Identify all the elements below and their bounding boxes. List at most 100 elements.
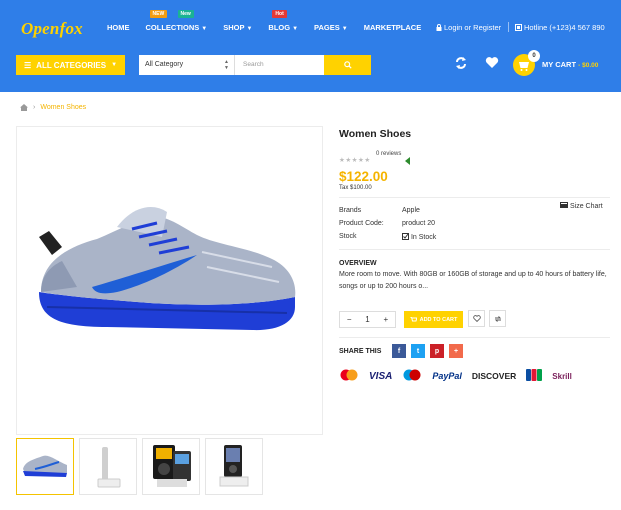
nav-marketplace-label: MARKETPLACE: [363, 23, 422, 32]
home-icon[interactable]: [20, 104, 28, 111]
add-to-wishlist-button[interactable]: [468, 310, 485, 327]
header-divider: [508, 22, 509, 32]
overview-heading: OVERVIEW: [339, 260, 377, 267]
nav-collections-label: COLLECTIONS: [145, 23, 200, 32]
add-to-cart-label: ADD TO CART: [419, 316, 458, 323]
add-to-cart-button[interactable]: ADD TO CART: [404, 311, 463, 328]
cart-total: - $0.00: [578, 62, 599, 69]
search-input[interactable]: Search: [235, 55, 324, 75]
thumbnail-dock[interactable]: [79, 438, 137, 495]
login-link[interactable]: Login or Register: [436, 23, 501, 32]
product-title: Women Shoes: [339, 128, 412, 140]
product-code-value: product 20: [402, 220, 436, 227]
size-chart-link[interactable]: Size Chart: [560, 202, 603, 210]
thumbnail-image: [153, 445, 191, 487]
divider: [339, 337, 610, 338]
site-logo[interactable]: Openfox: [21, 19, 83, 39]
nav-marketplace[interactable]: MARKETPLACE: [364, 23, 422, 32]
breadcrumb: › Women Shoes: [20, 104, 86, 111]
product-code-label: Product Code:: [339, 220, 384, 227]
chevron-down-icon: ▼: [111, 62, 118, 68]
thumbnail-image: [23, 455, 67, 477]
cart-count-badge: 0: [528, 50, 540, 62]
search-category-select[interactable]: All Category ▲ ▼: [139, 55, 235, 75]
jcb-icon: [526, 369, 543, 383]
quantity-input[interactable]: 1: [358, 315, 376, 324]
nav-blog[interactable]: Hot BLOG ▼: [268, 10, 299, 32]
main-nav: HOME NEW New COLLECTIONS ▼ SHOP ▼ Hot BLOG…: [107, 10, 437, 32]
maestro-icon: [402, 369, 422, 383]
thumbnail-image: [219, 445, 249, 487]
product-main-image[interactable]: [16, 126, 323, 435]
facebook-share-icon[interactable]: f: [392, 344, 406, 358]
breadcrumb-current[interactable]: Women Shoes: [40, 104, 86, 111]
brand-row: Brands Apple: [339, 207, 420, 214]
nav-home[interactable]: HOME: [107, 23, 130, 32]
hotline: Hotline (+123)4 567 890: [515, 23, 605, 32]
brand-label: Brands: [339, 207, 362, 214]
review-pointer-icon: [405, 157, 410, 165]
twitter-share-icon[interactable]: t: [411, 344, 425, 358]
thumbnail-ipod-classic[interactable]: [142, 438, 200, 495]
cart-summary[interactable]: MY CART - $0.00: [542, 60, 598, 69]
size-chart-icon: [560, 202, 568, 208]
chevron-down-icon: ▼: [292, 26, 299, 32]
nav-home-label: HOME: [107, 23, 130, 32]
nav-pages[interactable]: PAGES ▼: [314, 23, 348, 32]
increase-button[interactable]: +: [377, 315, 395, 324]
product-price: $122.00: [339, 169, 388, 184]
paypal-icon: PayPal: [432, 371, 462, 381]
heart-icon: [472, 315, 481, 322]
compare-icon: [494, 315, 501, 322]
more-share-icon[interactable]: +: [449, 344, 463, 358]
select-caret-icon: ▲ ▼: [224, 59, 229, 71]
decrease-button[interactable]: −: [340, 315, 358, 324]
chevron-down-icon: ▼: [246, 26, 253, 32]
search-category-value: All Category: [145, 61, 184, 68]
breadcrumb-separator: ›: [33, 104, 36, 111]
login-label: Login or Register: [444, 23, 502, 32]
cart-icon: [409, 316, 417, 321]
payment-methods: VISA PayPal DISCOVER Skrill: [339, 369, 582, 383]
all-categories-label: ALL CATEGORIES: [36, 60, 107, 70]
visa-icon: VISA: [369, 370, 393, 382]
pinterest-share-icon[interactable]: p: [430, 344, 444, 358]
hotline-text: Hotline (+123)4 567 890: [524, 23, 605, 32]
wishlist-heart-icon[interactable]: [485, 56, 499, 71]
new-badge: New: [177, 10, 194, 18]
cart-label: MY CART: [542, 60, 577, 69]
checkbox-checked-icon: [402, 233, 409, 240]
skrill-icon: Skrill: [552, 371, 572, 381]
nav-blog-label: BLOG: [268, 23, 291, 32]
thumbnail-ipod-dock[interactable]: [205, 438, 263, 495]
thumbnail-strip: [16, 438, 268, 495]
size-chart-label: Size Chart: [570, 203, 603, 210]
product-code-row: Product Code: product 20: [339, 220, 435, 227]
thumbnail-shoe[interactable]: [16, 438, 74, 495]
reviews-link[interactable]: 0 reviews: [376, 151, 401, 157]
search-button[interactable]: [324, 55, 371, 75]
shoe-image: [39, 207, 296, 331]
divider: [339, 249, 610, 250]
hot-badge: Hot: [272, 10, 287, 18]
add-to-compare-button[interactable]: [489, 310, 506, 327]
all-categories-button[interactable]: ☰ ALL CATEGORIES ▼: [16, 55, 125, 75]
stock-value-wrap: In Stock: [402, 233, 436, 241]
lock-icon: [436, 24, 442, 31]
nav-collections[interactable]: NEW New COLLECTIONS ▼: [145, 10, 208, 32]
chevron-down-icon: ▼: [201, 26, 208, 32]
search-bar: All Category ▲ ▼ Search: [139, 55, 371, 75]
rating-stars: ★★★★★: [339, 156, 371, 164]
star-icon: ★: [364, 157, 371, 164]
stock-label: Stock: [339, 233, 357, 240]
brand-value[interactable]: Apple: [402, 207, 420, 214]
share-label: SHARE THIS: [339, 348, 382, 355]
product-tax: Tax $100.00: [339, 185, 372, 191]
quantity-stepper: − 1 +: [339, 311, 396, 328]
site-header: Openfox HOME NEW New COLLECTIONS ▼ SHOP ▼ …: [0, 0, 621, 92]
menu-icon: ☰: [24, 60, 32, 70]
nav-shop-label: SHOP: [223, 23, 245, 32]
nav-shop[interactable]: SHOP ▼: [223, 23, 252, 32]
chevron-down-icon: ▼: [341, 26, 348, 32]
compare-icon[interactable]: [454, 56, 468, 72]
